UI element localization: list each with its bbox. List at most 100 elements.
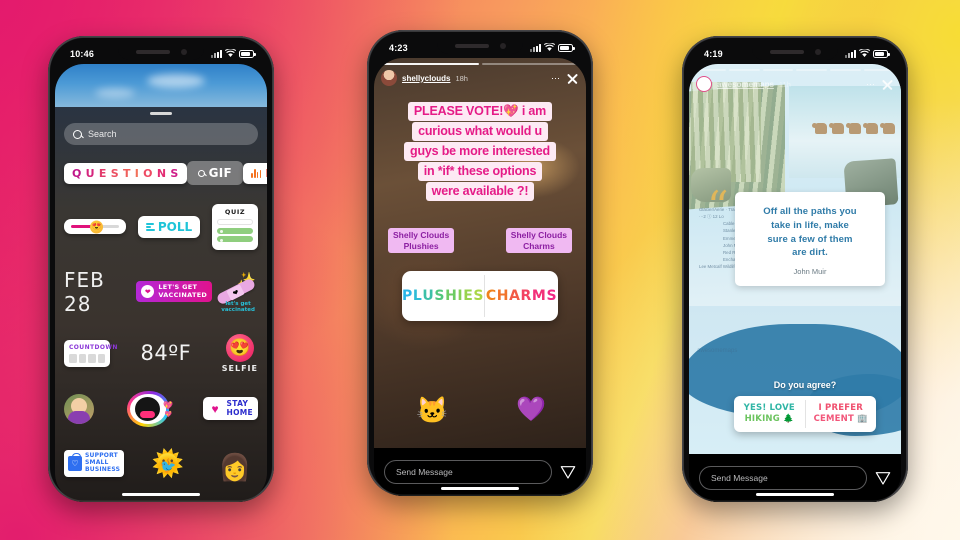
sticker-vaccinated-bandaid[interactable]: ✨ ❤ let's getvaccinated (212, 272, 258, 313)
poll-option-charms[interactable]: CHARMS (485, 271, 558, 321)
send-icon[interactable] (560, 464, 576, 480)
caption-line: curious what would u (412, 122, 548, 141)
story-viewer: Glacier/Aerie · Trail ···2 ⓘ 12 Lo Cable… (689, 64, 901, 502)
home-indicator[interactable] (441, 486, 519, 490)
avatar[interactable] (696, 76, 712, 92)
smiling-face-icon: 😍 (225, 333, 254, 362)
sticker-countdown[interactable]: COUNTDOWN (64, 339, 118, 367)
speaker-grille-icon (769, 49, 804, 54)
sticker-row-1: QUESTIONS GIF MUSIC (64, 161, 267, 185)
home-indicator[interactable] (122, 492, 200, 496)
sticker-quiz[interactable]: QUIZ (211, 204, 258, 250)
sticker-poll[interactable]: POLL (137, 215, 201, 238)
signal-bars-icon (211, 50, 222, 58)
sticker-person[interactable]: 👩 (212, 445, 258, 483)
story-timestamp: 18h (455, 73, 468, 83)
sticker-date[interactable]: FEB 28 (64, 268, 136, 316)
phone-screen: Glacier/Aerie · Trail ···2 ⓘ 12 Lo Cable… (689, 64, 901, 502)
poll-option-no[interactable]: I PREFER CEMENT 🏢 (806, 396, 877, 432)
poll-sticker[interactable]: PLUSHIES CHARMS (402, 271, 558, 321)
caption-line: guys be more interested (404, 142, 556, 161)
slider-track[interactable]: 😍 (71, 220, 119, 234)
search-icon (73, 129, 82, 139)
animal-herd-illustration (791, 108, 895, 134)
sticker-gif-label: GIF (208, 166, 232, 180)
send-message-placeholder: Send Message (711, 473, 768, 483)
avatar[interactable] (381, 70, 397, 86)
bird-icon: 🐦 (159, 458, 177, 474)
battery-icon (239, 50, 256, 58)
poll-option-plushies[interactable]: PLUSHIES (402, 271, 484, 321)
countdown-label: COUNTDOWN (69, 343, 118, 351)
sticker-open-mouth[interactable]: 💖 💖 (127, 390, 173, 427)
story-media[interactable]: Glacier/Aerie · Trail ···2 ⓘ 12 Lo Cable… (689, 64, 901, 454)
sticker-gif[interactable]: GIF (186, 161, 243, 185)
forest-illustration-back (691, 82, 761, 182)
shopping-bag-heart-icon: ♡ (68, 453, 82, 471)
sticker-music[interactable]: MUSIC (243, 162, 267, 184)
sticker-tray[interactable]: Search QUESTIONS GIF MUSIC (55, 107, 267, 502)
speaker-grille-icon (454, 43, 489, 48)
sticker-selfie[interactable]: 😍 SELFIE (222, 333, 258, 373)
more-options-icon[interactable]: ⋯ (866, 79, 876, 89)
sticker-lets-get-vaccinated-chip[interactable]: ❤ LET'S GET VACCINATED (136, 281, 213, 302)
story-username[interactable]: awesomemaps (717, 80, 774, 89)
heart-icon: 💖 (163, 400, 174, 410)
sticker-poll-label: POLL (157, 219, 193, 234)
quote-mark-icon: “ (707, 182, 729, 231)
vax-chip-label: LET'S GET VACCINATED (158, 283, 208, 299)
progress-segment (830, 69, 862, 71)
send-message-input[interactable]: Send Message (699, 466, 867, 490)
phone-notch (118, 43, 204, 60)
send-icon[interactable] (875, 470, 891, 486)
battery-icon (873, 50, 890, 58)
more-options-icon[interactable]: ⋯ (551, 73, 561, 83)
poll-sticker[interactable]: Do you agree? YES! LOVE HIKING 🌲 I PREFE… (734, 380, 876, 432)
phone-notch (437, 37, 523, 54)
product-tag-plushies[interactable]: Shelly Clouds Plushies (388, 228, 455, 254)
phone-story-awesomemaps: 4:19 Glacier/Aerie · Trail ···2 ⓘ 12 Lo … (682, 36, 908, 502)
sticker-avatar[interactable] (64, 393, 94, 424)
progress-segment (380, 63, 479, 65)
countdown-cells (69, 353, 105, 363)
progress-segment (864, 69, 895, 71)
slider-knob-emoji-icon[interactable]: 😍 (90, 220, 104, 234)
cloud-shape (147, 74, 205, 88)
close-icon[interactable] (881, 78, 894, 91)
story-header: shellyclouds 18h ⋯ (381, 70, 579, 86)
sticker-quiz-label: QUIZ (224, 208, 246, 216)
quote-sticker: “ Off all the paths you take in life, ma… (707, 186, 885, 287)
send-message-input[interactable]: Send Message (384, 460, 552, 484)
battery-icon (558, 44, 575, 52)
person-icon: 👩 (218, 451, 252, 482)
story-photo-backdrop (55, 64, 267, 107)
home-indicator[interactable] (756, 492, 834, 496)
sticker-emoji-slider[interactable]: 😍 (64, 219, 126, 235)
sticker-sun-bird[interactable]: 🌞 🐦 (139, 446, 197, 482)
sticker-questions[interactable]: QUESTIONS (64, 162, 187, 184)
heart-charm-icon: 💜 (516, 396, 546, 423)
front-camera-icon (180, 48, 187, 55)
search-input[interactable]: Search (64, 123, 258, 145)
poll-option-yes[interactable]: YES! LOVE HIKING 🌲 (734, 396, 805, 432)
close-icon[interactable] (566, 72, 579, 85)
story-caption: PLEASE VOTE!💖 i am curious what would u … (383, 102, 577, 202)
product-tag-charms[interactable]: Shelly Clouds Charms (505, 228, 572, 254)
caption-line: were available ?! (425, 182, 535, 201)
status-time: 4:19 (704, 48, 723, 59)
house-heart-icon: ♥ (211, 401, 219, 416)
story-username[interactable]: shellyclouds (402, 74, 450, 83)
progress-segment (728, 69, 760, 71)
progress-segment (695, 69, 726, 71)
sticker-stay-home[interactable]: ♥ STAY HOME (202, 397, 258, 420)
status-time: 4:23 (389, 42, 408, 53)
progress-segment (796, 69, 828, 71)
sticker-row-5: 💖 💖 ♥ STAY HOME (64, 390, 258, 427)
sticker-support-small-business[interactable]: ♡ SUPPORT SMALL BUSINESS (64, 450, 125, 477)
signal-bars-icon (845, 50, 856, 58)
signal-bars-icon (530, 44, 541, 52)
sticker-temperature[interactable]: 84ºF (141, 341, 192, 365)
story-media[interactable]: shellyclouds 18h ⋯ PLEASE VOTE!💖 i am cu… (374, 58, 586, 448)
sheet-drag-handle[interactable] (150, 112, 172, 115)
stay-home-label: STAY HOME (226, 399, 253, 417)
